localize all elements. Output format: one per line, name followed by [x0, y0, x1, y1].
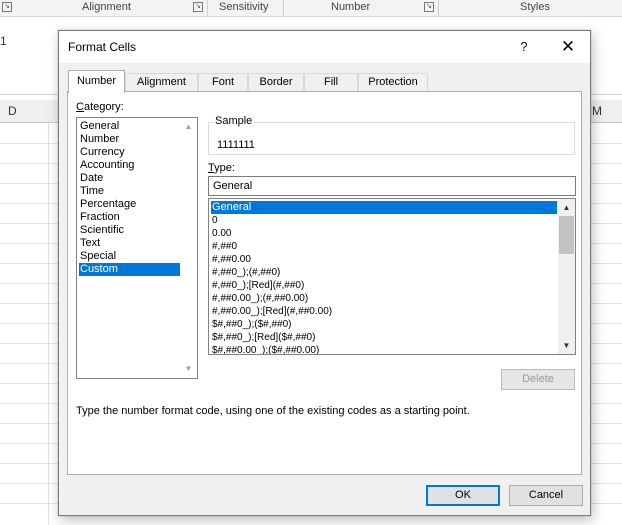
category-item-text[interactable]: Text	[79, 237, 180, 250]
category-label: Category:	[76, 101, 124, 113]
format-item[interactable]: 0	[211, 214, 557, 227]
format-item[interactable]: $#,##0_);[Red]($#,##0)	[211, 331, 557, 344]
dialog-launcher-icon[interactable]: ↘	[2, 2, 12, 12]
type-label: Type:	[208, 162, 235, 174]
hint-text: Type the number format code, using one o…	[76, 405, 470, 417]
format-scrollbar[interactable]: ▲ ▼	[558, 199, 575, 354]
alignment-launcher-icon[interactable]: ↘	[193, 2, 203, 12]
tab-font[interactable]: Font	[198, 73, 248, 92]
format-code-list[interactable]: General 0 0.00 #,##0 #,##0.00 #,##0_);(#…	[208, 198, 576, 355]
category-item-general[interactable]: General	[79, 120, 180, 133]
format-item[interactable]: General	[211, 201, 557, 214]
category-item-time[interactable]: Time	[79, 185, 180, 198]
format-item[interactable]: #,##0.00	[211, 253, 557, 266]
category-item-number[interactable]: Number	[79, 133, 180, 146]
category-item-percentage[interactable]: Percentage	[79, 198, 180, 211]
format-item[interactable]: $#,##0.00_);($#,##0.00)	[211, 344, 557, 354]
category-item-accounting[interactable]: Accounting	[79, 159, 180, 172]
scroll-down-icon[interactable]: ▼	[183, 363, 194, 374]
tab-protection[interactable]: Protection	[358, 73, 428, 92]
category-item-special[interactable]: Special	[79, 250, 180, 263]
sample-group: Sample 1111111	[208, 115, 575, 155]
column-header-m[interactable]: M	[592, 104, 602, 118]
column-header-d[interactable]: D	[8, 104, 17, 118]
tab-border[interactable]: Border	[248, 73, 304, 92]
format-item[interactable]: #,##0	[211, 240, 557, 253]
sample-value: 1111111	[217, 139, 255, 151]
close-button[interactable]: ✕	[556, 35, 580, 59]
ribbon-separator	[283, 0, 284, 16]
category-item-custom[interactable]: Custom	[79, 263, 180, 276]
type-input-value: General	[213, 180, 253, 192]
sample-label: Sample	[214, 115, 254, 127]
ribbon-separator	[438, 0, 439, 16]
tab-fill[interactable]: Fill	[304, 73, 358, 92]
format-item[interactable]: #,##0.00_);(#,##0.00)	[211, 292, 557, 305]
ok-button[interactable]: OK	[426, 485, 500, 506]
scroll-down-icon[interactable]: ▼	[561, 340, 572, 351]
dialog-titlebar[interactable]: Format Cells ? ✕	[59, 31, 590, 63]
cell-reference: 1	[0, 34, 7, 48]
scroll-up-icon[interactable]: ▲	[561, 202, 572, 213]
format-cells-dialog: Format Cells ? ✕ Number Alignment Font B…	[58, 30, 591, 516]
category-item-date[interactable]: Date	[79, 172, 180, 185]
category-item-scientific[interactable]: Scientific	[79, 224, 180, 237]
format-item[interactable]: #,##0_);[Red](#,##0)	[211, 279, 557, 292]
category-scrollbar[interactable]: ▲ ▼	[180, 118, 197, 378]
delete-button[interactable]: Delete	[501, 369, 575, 390]
help-button[interactable]: ?	[514, 37, 534, 57]
ribbon-group-labels: ↘ Alignment ↘ Sensitivity Number ↘ Style…	[0, 0, 622, 17]
ribbon-group-sensitivity: Sensitivity	[219, 1, 269, 13]
ribbon-separator	[207, 0, 208, 16]
category-list[interactable]: General Number Currency Accounting Date …	[76, 117, 198, 379]
number-launcher-icon[interactable]: ↘	[424, 2, 434, 12]
category-item-currency[interactable]: Currency	[79, 146, 180, 159]
format-item[interactable]: #,##0_);(#,##0)	[211, 266, 557, 279]
dialog-title: Format Cells	[68, 40, 137, 54]
ribbon-group-number: Number	[331, 1, 371, 13]
cancel-button[interactable]: Cancel	[509, 485, 583, 506]
tab-number[interactable]: Number	[68, 70, 125, 93]
number-tab-panel: Category: General Number Currency Accoun…	[67, 91, 582, 475]
format-item[interactable]: $#,##0_);($#,##0)	[211, 318, 557, 331]
category-item-fraction[interactable]: Fraction	[79, 211, 180, 224]
ribbon-group-alignment: Alignment	[82, 1, 131, 13]
format-item[interactable]: 0.00	[211, 227, 557, 240]
ribbon-group-styles: Styles	[520, 1, 550, 13]
scroll-thumb[interactable]	[559, 216, 574, 254]
tab-alignment[interactable]: Alignment	[125, 73, 198, 92]
format-item[interactable]: #,##0.00_);[Red](#,##0.00)	[211, 305, 557, 318]
type-input[interactable]: General	[208, 176, 576, 196]
scroll-up-icon[interactable]: ▲	[183, 121, 194, 132]
